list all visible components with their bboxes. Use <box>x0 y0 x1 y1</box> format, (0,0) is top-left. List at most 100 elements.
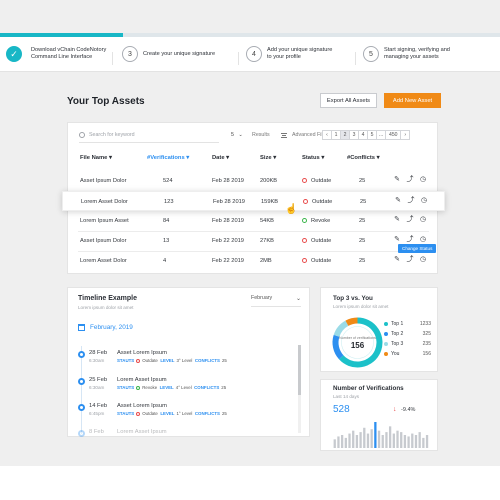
top3-card: Top 3 vs. You Lorem ipsum dolor sit amet… <box>320 287 438 372</box>
legend-name: Top 2 <box>391 331 404 337</box>
row-actions: ✎ ⤴ ◷ <box>393 176 432 184</box>
column-header-date[interactable]: Date ▾ <box>212 155 229 161</box>
legend-item: You 156 <box>384 351 434 361</box>
table-row[interactable]: Asset Ipsum Dolor 13 Feb 22 2019 27KB Outdat… <box>68 231 439 251</box>
legend-value: 325 <box>422 331 431 337</box>
timeline-item[interactable]: 28 Feb 6:30am Asset Lorem Ipsum STAUTS Outda… <box>68 346 311 376</box>
verification-bar <box>403 435 407 448</box>
divider <box>238 52 239 65</box>
page-title: Your Top Assets <box>67 96 145 107</box>
step-label: managing your assets <box>384 54 439 60</box>
status-label: Revoke <box>311 218 331 224</box>
edit-icon[interactable]: ✎ <box>393 256 401 264</box>
status-key: STAUTS <box>117 411 135 416</box>
timeline-dot-icon <box>78 378 85 385</box>
column-header-status[interactable]: Status ▾ <box>302 155 324 161</box>
table-row[interactable]: Lorem Asset Dolor 123 Feb 28 2019 159KB Outd… <box>62 191 445 211</box>
step-create-signature[interactable]: 3 Create your unique signature <box>122 46 215 62</box>
status-cell: Outdate <box>302 238 331 244</box>
timeline-month-label: February, 2019 <box>90 324 133 331</box>
date-cell: Feb 22 2019 <box>212 238 244 244</box>
step-start-signing[interactable]: 5 Start signing, verifying and managing … <box>363 46 450 62</box>
legend-value: 1233 <box>419 321 431 327</box>
conflicts-cell: 25 <box>359 258 366 264</box>
timeline-item[interactable]: 8 Feb Lorem Asset Ipsum <box>68 425 311 455</box>
results-per-page-select[interactable]: 5 ⌄ <box>231 132 243 138</box>
add-new-asset-button[interactable]: Add New Asset <box>384 93 441 108</box>
verification-bar <box>363 427 366 448</box>
timeline-scrollbar[interactable] <box>298 345 301 433</box>
edit-icon[interactable]: ✎ <box>393 236 401 244</box>
top3-donut-chart: Number of verifications156 <box>332 317 383 368</box>
size-cell: 27KB <box>260 238 274 244</box>
search-icon <box>79 132 85 138</box>
table-row[interactable]: Lorem Asset Dolor 4 Feb 22 2019 2MB Outdate 2… <box>68 251 439 271</box>
table-row[interactable]: Lorem Ipsum Asset 84 Feb 28 2019 54KB Revoke… <box>68 211 439 231</box>
history-icon[interactable]: ◷ <box>419 236 427 244</box>
step-add-signature[interactable]: 4 Add your unique signature to your prof… <box>246 46 332 62</box>
row-actions: ✎ ⤴ ◷ <box>393 236 432 244</box>
history-icon[interactable]: ◷ <box>420 197 428 205</box>
verifications-cell: 13 <box>163 238 170 244</box>
edit-icon[interactable]: ✎ <box>393 176 401 184</box>
calendar-icon <box>78 324 85 331</box>
verifications-cell: 84 <box>163 218 170 224</box>
level-key: LEVEL <box>160 411 175 416</box>
size-cell: 159KB <box>261 199 279 205</box>
legend-name: Top 1 <box>391 321 404 327</box>
verification-bar <box>392 433 395 448</box>
search-input[interactable]: Search for keyword <box>79 132 135 138</box>
share-icon[interactable]: ⤴ <box>407 197 415 205</box>
verification-bar <box>425 435 429 448</box>
next-page-button[interactable]: › <box>400 130 411 140</box>
step-label: Download vChain CodeNotory <box>31 47 107 53</box>
share-icon[interactable]: ⤴ <box>406 176 414 184</box>
change-status-tooltip: Change Status <box>398 244 437 253</box>
conflicts-value: 25 <box>221 358 227 363</box>
verification-bar <box>359 432 362 448</box>
step-label: Command Line Interface <box>31 54 93 60</box>
history-icon[interactable]: ◷ <box>419 216 427 224</box>
legend-swatch-icon <box>384 322 388 326</box>
edit-icon[interactable]: ✎ <box>393 216 401 224</box>
step-download-cli[interactable]: ✓ Download vChain CodeNotory Command Lin… <box>6 46 106 62</box>
export-all-assets-button[interactable]: Export All Assets <box>320 93 377 108</box>
conflicts-value: 25 <box>221 411 227 416</box>
history-icon[interactable]: ◷ <box>419 176 427 184</box>
history-icon[interactable]: ◷ <box>419 256 427 264</box>
table-row[interactable]: Asset Ipsum Dolor 524 Feb 28 2019 200KB Outd… <box>68 171 439 191</box>
timeline-date: 8 Feb <box>89 429 104 435</box>
scrollbar-thumb[interactable] <box>298 345 301 395</box>
timeline-item-meta: STAUTS Revoke LEVEL 4° Level CONFLICTS 25 <box>117 385 226 390</box>
level-value: 1° Level <box>176 411 193 416</box>
share-icon[interactable]: ⤴ <box>406 256 414 264</box>
date-cell: Feb 28 2019 <box>213 199 245 205</box>
column-header-size[interactable]: Size ▾ <box>260 155 276 161</box>
status-dot-icon <box>136 386 141 390</box>
edit-icon[interactable]: ✎ <box>394 197 402 205</box>
mouse-cursor-icon: ☝ <box>285 204 298 215</box>
date-cell: Feb 22 2019 <box>212 258 244 264</box>
search-underline <box>79 142 219 143</box>
step-number: 3 <box>122 46 138 62</box>
status-dot-icon <box>302 258 307 263</box>
share-icon[interactable]: ⤴ <box>406 236 414 244</box>
step-label: Add your unique signature <box>267 47 333 53</box>
verification-bar <box>381 435 384 448</box>
month-select[interactable]: February ⌄ <box>251 295 301 302</box>
status-key: STAUTS <box>117 385 135 390</box>
page-button[interactable]: 450 <box>385 130 402 140</box>
timeline-time: 6:45pm <box>89 411 105 416</box>
share-icon[interactable]: ⤴ <box>406 216 414 224</box>
column-header-verifications[interactable]: #Verifications ▾ <box>147 155 189 161</box>
verification-bar <box>370 429 373 448</box>
conflicts-key: CONFLICTS <box>194 385 220 390</box>
column-header-conflicts[interactable]: #Conflicts ▾ <box>347 155 380 161</box>
column-header-file-name[interactable]: File Name ▾ <box>80 155 112 161</box>
row-actions: ✎ ⤴ ◷ <box>393 216 432 224</box>
verifications-cell: 4 <box>163 258 167 264</box>
status-dot-icon <box>302 178 307 183</box>
timeline-asset-name: Asset Lorem Ipsum <box>117 403 167 409</box>
verification-bar <box>388 426 392 448</box>
timeline-card: Timeline Example Lorem ipsum dolor sit a… <box>67 287 310 437</box>
